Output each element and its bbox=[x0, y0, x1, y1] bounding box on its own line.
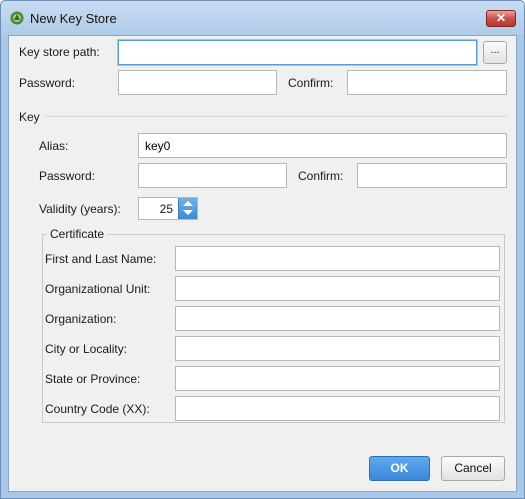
keystore-confirm-input[interactable] bbox=[347, 70, 507, 95]
close-button[interactable]: ✕ bbox=[486, 10, 516, 27]
organization-input[interactable] bbox=[175, 306, 500, 331]
organization-label: Organization: bbox=[45, 312, 117, 326]
key-password-label: Password: bbox=[39, 169, 96, 183]
dialog-content: Key store path: ... Password: Confirm: K… bbox=[8, 35, 517, 492]
keystore-password-label: Password: bbox=[19, 76, 76, 90]
city-input[interactable] bbox=[175, 336, 500, 361]
city-label: City or Locality: bbox=[45, 342, 128, 356]
spin-down-icon[interactable] bbox=[183, 210, 193, 215]
organizational-unit-input[interactable] bbox=[175, 276, 500, 301]
close-icon: ✕ bbox=[495, 11, 507, 25]
validity-value: 25 bbox=[159, 202, 173, 216]
android-studio-icon bbox=[10, 11, 24, 25]
key-password-input[interactable] bbox=[138, 163, 287, 188]
certificate-legend: Certificate bbox=[47, 227, 108, 241]
validity-label: Validity (years): bbox=[39, 202, 121, 216]
validity-spinner-buttons[interactable] bbox=[178, 198, 197, 219]
key-confirm-label: Confirm: bbox=[298, 169, 344, 183]
validity-spinner[interactable]: 25 bbox=[138, 197, 198, 220]
cancel-button[interactable]: Cancel bbox=[441, 456, 505, 481]
organizational-unit-label: Organizational Unit: bbox=[45, 282, 151, 296]
dialog-window: New Key Store ✕ Key store path: ... Pass… bbox=[0, 0, 525, 499]
first-last-name-label: First and Last Name: bbox=[45, 252, 157, 266]
country-code-input[interactable] bbox=[175, 396, 500, 421]
keystore-password-input[interactable] bbox=[118, 70, 277, 95]
key-store-path-label: Key store path: bbox=[19, 45, 100, 59]
key-section-title: Key bbox=[19, 110, 40, 124]
first-last-name-input[interactable] bbox=[175, 246, 500, 271]
key-store-path-input[interactable] bbox=[118, 40, 477, 65]
country-code-label: Country Code (XX): bbox=[45, 402, 150, 416]
browse-button[interactable]: ... bbox=[483, 41, 507, 64]
spin-up-icon[interactable] bbox=[183, 201, 193, 206]
alias-input[interactable] bbox=[138, 133, 507, 158]
key-section-separator bbox=[45, 116, 507, 117]
state-input[interactable] bbox=[175, 366, 500, 391]
keystore-confirm-label: Confirm: bbox=[288, 76, 334, 90]
title-bar[interactable]: New Key Store ✕ bbox=[1, 1, 524, 35]
ok-button[interactable]: OK bbox=[369, 456, 430, 481]
window-title: New Key Store bbox=[30, 11, 117, 26]
key-confirm-input[interactable] bbox=[357, 163, 507, 188]
alias-label: Alias: bbox=[39, 139, 69, 153]
state-label: State or Province: bbox=[45, 372, 141, 386]
